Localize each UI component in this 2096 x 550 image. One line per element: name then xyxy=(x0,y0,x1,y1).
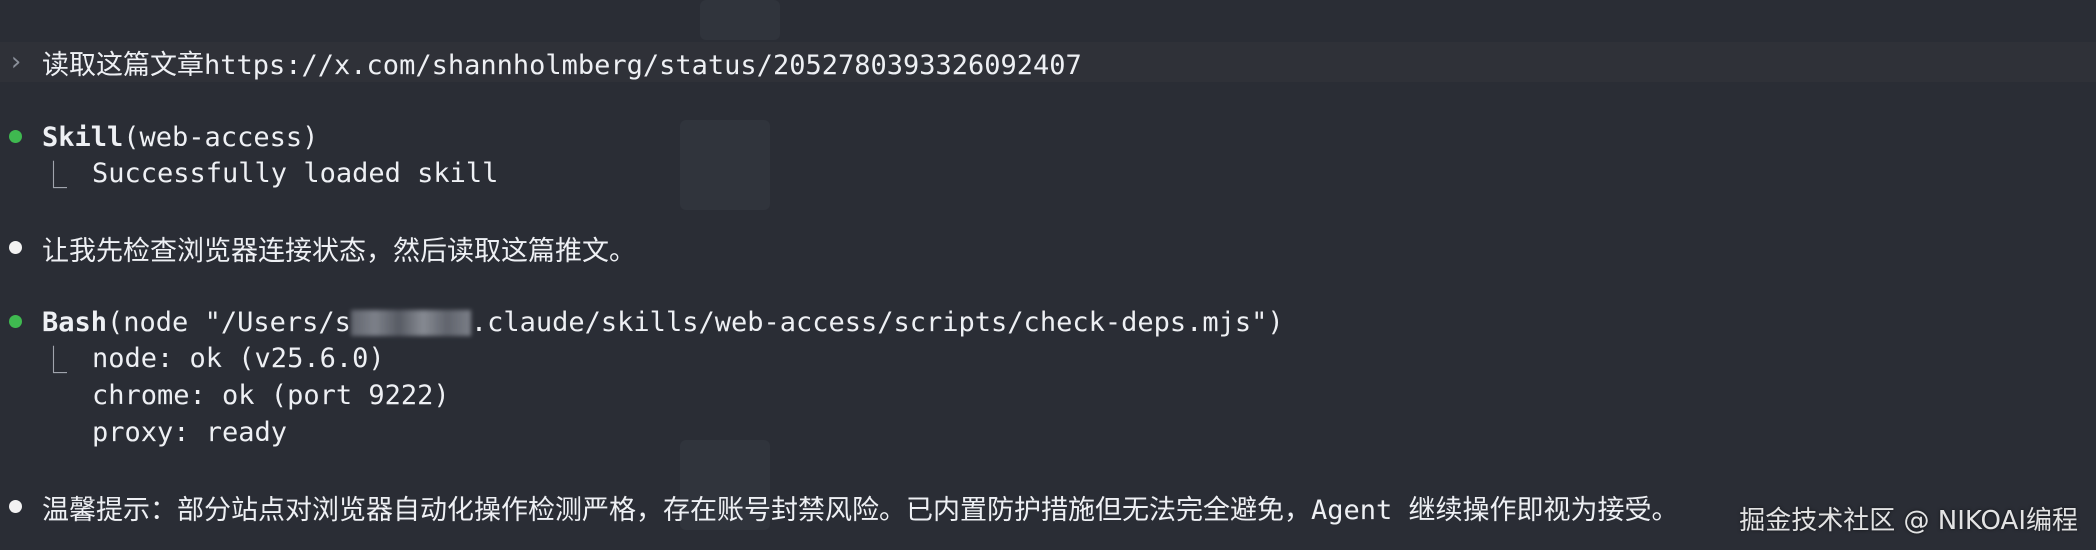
message-bullet-icon xyxy=(9,241,22,254)
bash-tool-call-label: Bash(node "/Users/s .claude/skills/web-ac… xyxy=(42,307,1284,338)
assistant-message-text: 让我先检查浏览器连接状态，然后读取这篇推文。 xyxy=(42,235,636,267)
prompt-caret-icon: › xyxy=(8,47,24,77)
redacted-username xyxy=(350,310,471,336)
status-dot-green-icon xyxy=(9,315,22,328)
background-ghost-thumbnail xyxy=(700,0,780,40)
message-bullet-icon xyxy=(9,500,22,513)
bash-output-text: node: ok (v25.6.0) xyxy=(92,342,385,374)
tool-args-end: .claude/skills/web-access/scripts/check-… xyxy=(470,306,1284,338)
tool-name: Bash xyxy=(42,306,108,338)
skill-result-text: Successfully loaded skill xyxy=(92,157,499,189)
tool-args-start: (node "/Users/s xyxy=(107,306,351,338)
result-elbow-icon: ⎿ xyxy=(40,160,67,192)
user-prompt-text: 读取这篇文章https://x.com/shannholmberg/status… xyxy=(42,49,1082,81)
skill-tool-call-label: Skill(web-access) xyxy=(42,122,318,153)
tool-args: (web-access) xyxy=(123,121,319,153)
tool-name: Skill xyxy=(42,121,124,153)
status-dot-green-icon xyxy=(9,130,22,143)
watermark: 掘金技术社区 @ NIKOAI编程 xyxy=(1739,506,2078,536)
bash-output-text: chrome: ok (port 9222) xyxy=(92,379,450,411)
background-ghost-thumbnail xyxy=(680,120,770,210)
result-elbow-icon: ⎿ xyxy=(40,345,67,377)
assistant-message-text: 温馨提示：部分站点对浏览器自动化操作检测严格，存在账号封禁风险。已内置防护措施但… xyxy=(42,494,1679,526)
bash-output-text: proxy: ready xyxy=(92,416,288,448)
